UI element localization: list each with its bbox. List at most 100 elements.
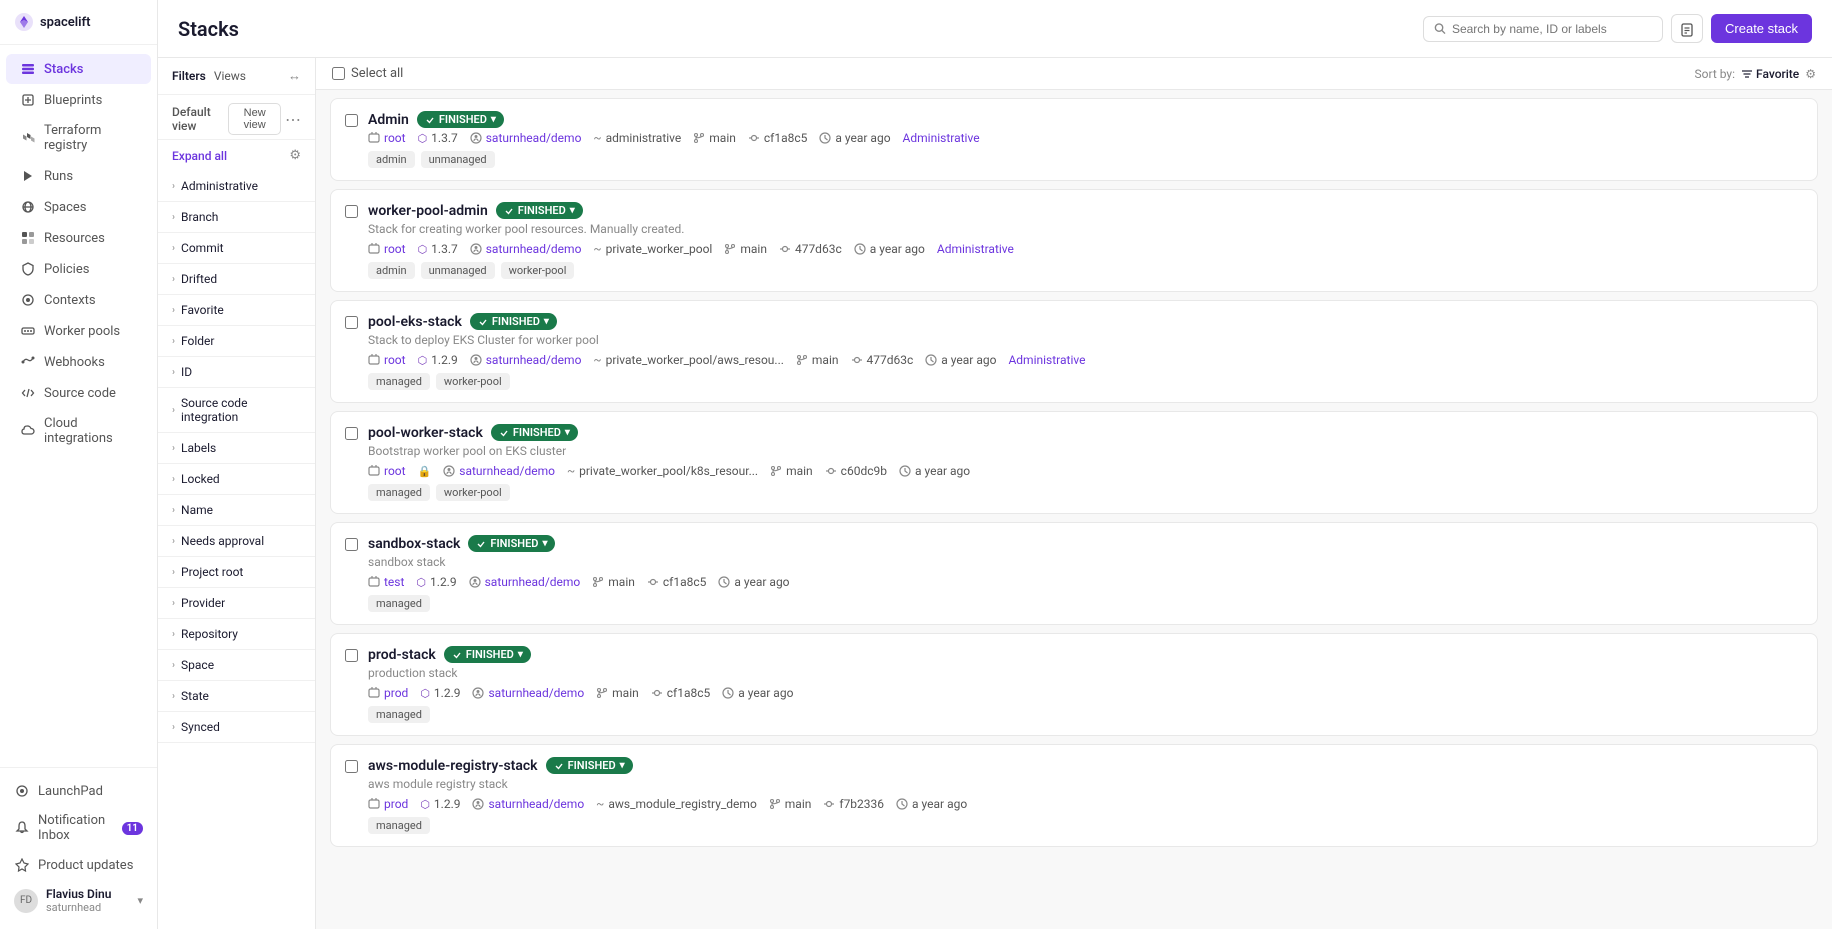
filter-settings-icon[interactable]: ⚙	[289, 148, 301, 163]
stack-tags: managedworker-pool	[368, 484, 1803, 501]
filter-item[interactable]: › Administrative	[158, 171, 315, 201]
filter-item[interactable]: › State	[158, 681, 315, 711]
sidebar-item-stacks[interactable]: Stacks	[6, 54, 151, 84]
status-badge: FINISHED ▾	[468, 535, 555, 552]
filter-item[interactable]: › Name	[158, 495, 315, 525]
stack-meta: prod ⬡ 1.2.9 saturnhead/demo main cf1a	[368, 686, 1803, 700]
path-icon: ~	[596, 797, 604, 811]
stack-name[interactable]: aws-module-registry-stack	[368, 758, 538, 774]
filter-item[interactable]: › Space	[158, 650, 315, 680]
stack-select-checkbox[interactable]	[345, 649, 358, 662]
status-chevron-icon: ▾	[518, 649, 523, 660]
create-stack-button[interactable]: Create stack	[1711, 14, 1812, 43]
sidebar-item-webhooks[interactable]: Webhooks	[6, 347, 151, 377]
filter-item[interactable]: › Labels	[158, 433, 315, 463]
sidebar-item-contexts[interactable]: Contexts	[6, 285, 151, 315]
stack-select-checkbox[interactable]	[345, 316, 358, 329]
sort-value[interactable]: Favorite	[1741, 67, 1799, 81]
filter-group-name: › Name	[158, 495, 315, 526]
sidebar-item-cloud-integrations[interactable]: Cloud integrations	[6, 409, 151, 453]
main-header: Stacks Create stack	[158, 0, 1832, 58]
stack-select-checkbox[interactable]	[345, 205, 358, 218]
search-input[interactable]	[1452, 22, 1652, 36]
filter-item[interactable]: › Source code integration	[158, 388, 315, 432]
stack-space: Administrative	[937, 242, 1014, 256]
sidebar-item-runs[interactable]: Runs	[6, 161, 151, 191]
filter-item[interactable]: › ID	[158, 357, 315, 387]
tf-version: ⬡ 1.2.9	[420, 797, 460, 811]
new-view-button[interactable]: New view	[228, 103, 281, 135]
filter-item[interactable]: › Commit	[158, 233, 315, 263]
webhooks-icon	[20, 354, 36, 370]
search-bar[interactable]	[1423, 16, 1663, 42]
sidebar-item-blueprints[interactable]: Blueprints	[6, 85, 151, 115]
filter-item[interactable]: › Locked	[158, 464, 315, 494]
filter-item[interactable]: › Favorite	[158, 295, 315, 325]
filter-item[interactable]: › Provider	[158, 588, 315, 618]
filter-group-drifted: › Drifted	[158, 264, 315, 295]
filter-item[interactable]: › Folder	[158, 326, 315, 356]
sidebar-item-source-code[interactable]: Source code	[6, 378, 151, 408]
github-icon	[472, 798, 484, 810]
user-item[interactable]: FD Flavius Dinu saturnhead ▾	[0, 880, 157, 921]
stack-repo: saturnhead/demo	[470, 131, 582, 145]
stack-select-checkbox[interactable]	[345, 114, 358, 127]
filter-item[interactable]: › Branch	[158, 202, 315, 232]
sidebar-item-resources[interactable]: Resources	[6, 223, 151, 253]
root-icon	[368, 354, 380, 366]
expand-all-button[interactable]: Expand all	[172, 149, 227, 163]
policies-icon	[20, 261, 36, 277]
filter-item[interactable]: › Drifted	[158, 264, 315, 294]
filter-item[interactable]: › Synced	[158, 712, 315, 742]
stack-name[interactable]: sandbox-stack	[368, 536, 460, 552]
check-icon	[554, 761, 564, 771]
user-chevron-icon: ▾	[137, 894, 143, 907]
tag: managed	[368, 595, 430, 612]
filter-item[interactable]: › Repository	[158, 619, 315, 649]
stack-name[interactable]: pool-worker-stack	[368, 425, 483, 441]
filter-group-branch: › Branch	[158, 202, 315, 233]
sidebar-item-launchpad[interactable]: LaunchPad	[0, 776, 157, 806]
stack-select-checkbox[interactable]	[345, 427, 358, 440]
sidebar-item-spaces[interactable]: Spaces	[6, 192, 151, 222]
stack-name[interactable]: prod-stack	[368, 647, 436, 663]
more-options-icon[interactable]: ⋯	[285, 110, 301, 129]
sidebar-item-policies[interactable]: Policies	[6, 254, 151, 284]
commit-icon	[851, 354, 863, 366]
sidebar-item-worker-pools[interactable]: Worker pools	[6, 316, 151, 346]
list-settings-icon[interactable]: ⚙	[1805, 67, 1816, 81]
tag: managed	[368, 373, 430, 390]
github-icon	[472, 687, 484, 699]
stack-commit: cf1a8c5	[647, 575, 707, 589]
tag: managed	[368, 484, 430, 501]
sidebar-item-product-updates[interactable]: Product updates	[0, 850, 157, 880]
select-all-label[interactable]: Select all	[332, 66, 403, 81]
user-info: Flavius Dinu saturnhead	[46, 887, 111, 914]
tag: unmanaged	[421, 262, 495, 279]
stack-path: ~ aws_module_registry_demo	[596, 797, 757, 811]
collapse-panel-icon[interactable]: ↔	[288, 68, 301, 84]
github-icon	[443, 465, 455, 477]
filter-item[interactable]: › Project root	[158, 557, 315, 587]
stack-meta: root ⬡ 1.3.7 saturnhead/demo ~ private_w…	[368, 242, 1803, 256]
github-icon	[470, 243, 482, 255]
document-icon-button[interactable]	[1671, 14, 1703, 42]
stack-name[interactable]: Admin	[368, 112, 409, 128]
stack-select-checkbox[interactable]	[345, 760, 358, 773]
filter-label: Branch	[181, 210, 218, 224]
stack-card-header: Admin FINISHED ▾ root ⬡ 1.3.7	[345, 111, 1803, 168]
stack-path: ~ private_worker_pool/k8s_resour...	[567, 464, 758, 478]
stack-select-checkbox[interactable]	[345, 538, 358, 551]
select-all-checkbox[interactable]	[332, 67, 345, 80]
filter-item[interactable]: › Needs approval	[158, 526, 315, 556]
filters-button[interactable]: Filters	[172, 69, 206, 83]
status-chevron-icon: ▾	[620, 760, 625, 771]
stack-root: root	[368, 131, 406, 145]
sidebar-item-notification-inbox[interactable]: Notification Inbox 11	[0, 806, 157, 850]
views-button[interactable]: Views	[214, 69, 246, 83]
sidebar-item-terraform[interactable]: Terraform registry	[6, 116, 151, 160]
stack-name[interactable]: pool-eks-stack	[368, 314, 462, 330]
stack-time: a year ago	[718, 575, 789, 589]
notification-badge: 11	[122, 822, 143, 835]
stack-name[interactable]: worker-pool-admin	[368, 203, 488, 219]
